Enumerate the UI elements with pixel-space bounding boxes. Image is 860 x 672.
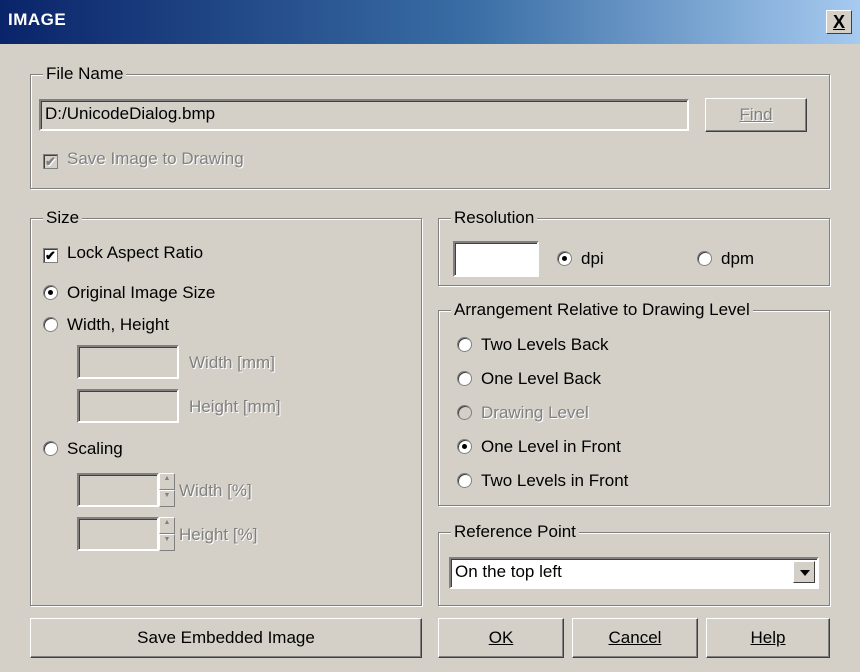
- width-height-label: Width, Height: [67, 315, 170, 334]
- save-embedded-image-button[interactable]: Save Embedded Image: [30, 618, 422, 658]
- radio-icon: [457, 473, 472, 488]
- dpm-label: dpm: [721, 249, 755, 268]
- height-mm-label: Height [mm]: [189, 397, 281, 416]
- find-button-label: Find: [739, 105, 773, 124]
- title-bar: IMAGE X: [0, 0, 860, 44]
- checkmark-icon: ✔: [43, 154, 58, 169]
- reference-point-select[interactable]: On the top left: [449, 557, 819, 589]
- spin-down-icon[interactable]: ▼: [159, 534, 175, 551]
- original-size-label: Original Image Size: [67, 283, 216, 302]
- width-pct-spinner[interactable]: ▲ ▼: [159, 473, 175, 507]
- size-legend: Size: [43, 208, 83, 228]
- spin-up-icon[interactable]: ▲: [159, 473, 175, 490]
- save-to-drawing-checkbox[interactable]: ✔ Save Image to Drawing: [43, 149, 244, 169]
- height-pct-spinner[interactable]: ▲ ▼: [159, 517, 175, 551]
- spin-up-icon[interactable]: ▲: [159, 517, 175, 534]
- height-pct-input[interactable]: [77, 517, 159, 551]
- radio-selected-icon: [557, 251, 572, 266]
- dpm-radio[interactable]: dpm: [697, 249, 754, 269]
- arrangement-legend: Arrangement Relative to Drawing Level: [451, 300, 753, 320]
- ok-button[interactable]: OK: [438, 618, 564, 658]
- ok-label: OK: [488, 628, 514, 647]
- find-button[interactable]: Find: [705, 98, 807, 132]
- arrangement-option-one-front[interactable]: One Level in Front: [457, 437, 621, 457]
- height-pct-label: Height [%]: [179, 525, 258, 544]
- width-mm-input[interactable]: [77, 345, 179, 379]
- radio-icon: [457, 371, 472, 386]
- checkmark-icon: ✔: [43, 248, 58, 263]
- arrangement-group: Arrangement Relative to Drawing Level Tw…: [438, 300, 830, 506]
- radio-icon: [457, 337, 472, 352]
- file-name-group: File Name D:/UnicodeDialog.bmp Find ✔ Sav…: [30, 64, 830, 189]
- help-label: Help: [750, 628, 786, 647]
- radio-icon: [43, 317, 58, 332]
- cancel-label: Cancel: [608, 628, 662, 647]
- arrangement-option-label: One Level in Front: [481, 437, 621, 456]
- radio-selected-icon: [43, 285, 58, 300]
- scaling-label: Scaling: [67, 439, 123, 458]
- radio-selected-icon: [457, 439, 472, 454]
- reference-point-legend: Reference Point: [451, 522, 579, 542]
- size-group: Size ✔ Lock Aspect Ratio Original Image S…: [30, 208, 422, 606]
- lock-aspect-label: Lock Aspect Ratio: [67, 243, 204, 262]
- arrangement-option-label: Two Levels Back: [481, 335, 609, 354]
- reference-point-value: On the top left: [455, 562, 562, 581]
- resolution-legend: Resolution: [451, 208, 538, 228]
- dialog-body: File Name D:/UnicodeDialog.bmp Find ✔ Sav…: [0, 44, 860, 672]
- spin-down-icon[interactable]: ▼: [159, 490, 175, 507]
- window-title: IMAGE: [8, 10, 67, 29]
- help-button[interactable]: Help: [706, 618, 830, 658]
- radio-icon: [457, 405, 472, 420]
- width-height-radio[interactable]: Width, Height: [43, 315, 169, 335]
- scaling-radio[interactable]: Scaling: [43, 439, 123, 459]
- dpi-label: dpi: [581, 249, 604, 268]
- width-pct-label: Width [%]: [179, 481, 252, 500]
- arrangement-option-one-back[interactable]: One Level Back: [457, 369, 601, 389]
- original-size-radio[interactable]: Original Image Size: [43, 283, 215, 303]
- reference-point-group: Reference Point On the top left: [438, 522, 830, 606]
- arrangement-option-two-front[interactable]: Two Levels in Front: [457, 471, 628, 491]
- save-embedded-image-label: Save Embedded Image: [137, 628, 315, 647]
- arrangement-option-label: One Level Back: [481, 369, 602, 388]
- arrangement-option-label: Two Levels in Front: [481, 471, 629, 490]
- radio-icon: [697, 251, 712, 266]
- dpi-radio[interactable]: dpi: [557, 249, 604, 269]
- arrangement-option-label: Drawing Level: [481, 403, 589, 422]
- arrangement-option-drawing-level[interactable]: Drawing Level: [457, 403, 589, 423]
- radio-icon: [43, 441, 58, 456]
- resolution-group: Resolution dpi dpm: [438, 208, 830, 286]
- height-mm-input[interactable]: [77, 389, 179, 423]
- chevron-down-icon[interactable]: [793, 561, 815, 583]
- file-path-value: D:/UnicodeDialog.bmp: [45, 104, 216, 123]
- save-to-drawing-label: Save Image to Drawing: [67, 149, 244, 168]
- file-path-field[interactable]: D:/UnicodeDialog.bmp: [39, 99, 689, 131]
- width-mm-label: Width [mm]: [189, 353, 275, 372]
- file-name-legend: File Name: [43, 64, 127, 84]
- resolution-input[interactable]: [453, 241, 539, 277]
- width-pct-input[interactable]: [77, 473, 159, 507]
- cancel-button[interactable]: Cancel: [572, 618, 698, 658]
- arrangement-option-two-back[interactable]: Two Levels Back: [457, 335, 609, 355]
- lock-aspect-checkbox[interactable]: ✔ Lock Aspect Ratio: [43, 243, 203, 263]
- close-button[interactable]: X: [826, 10, 852, 34]
